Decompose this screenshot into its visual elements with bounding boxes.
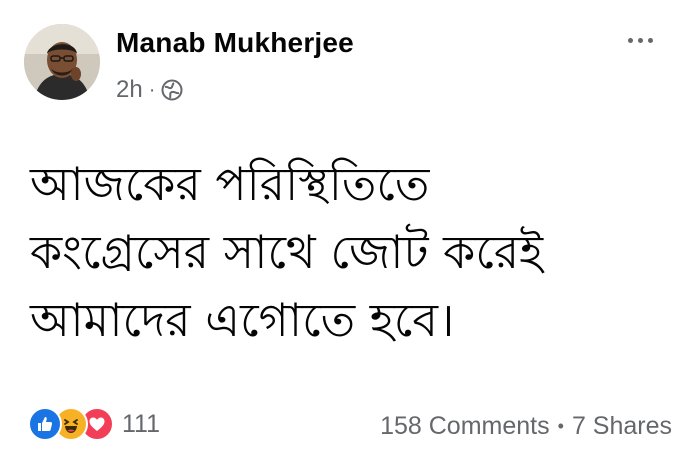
reaction-count: 111 <box>122 409 161 438</box>
author-name[interactable]: Manab Mukherjee <box>116 27 354 59</box>
reaction-summary[interactable]: 111 <box>28 404 160 444</box>
more-options-icon[interactable] <box>620 28 660 52</box>
facebook-post: Manab Mukherjee 2h · আজকের পরিস্থিতিতে ক… <box>0 0 696 462</box>
post-text: আজকের পরিস্থিতিতে কংগ্রেসের সাথে জোট করে… <box>30 157 544 347</box>
stats-separator: • <box>557 415 564 436</box>
globe-icon[interactable] <box>161 79 183 101</box>
comments-count[interactable]: 158 Comments <box>380 412 550 441</box>
dot <box>637 37 643 43</box>
post-meta: 2h · <box>116 75 183 105</box>
dot <box>627 37 633 43</box>
shares-count[interactable]: 7 Shares <box>572 412 672 441</box>
engagement-stats: 158 Comments • 7 Shares <box>380 408 672 444</box>
post-time[interactable]: 2h <box>116 76 143 104</box>
author-avatar[interactable] <box>24 24 100 100</box>
meta-separator: · <box>148 78 156 101</box>
like-icon <box>28 407 62 441</box>
avatar-photo <box>24 24 100 100</box>
dot <box>647 37 653 43</box>
